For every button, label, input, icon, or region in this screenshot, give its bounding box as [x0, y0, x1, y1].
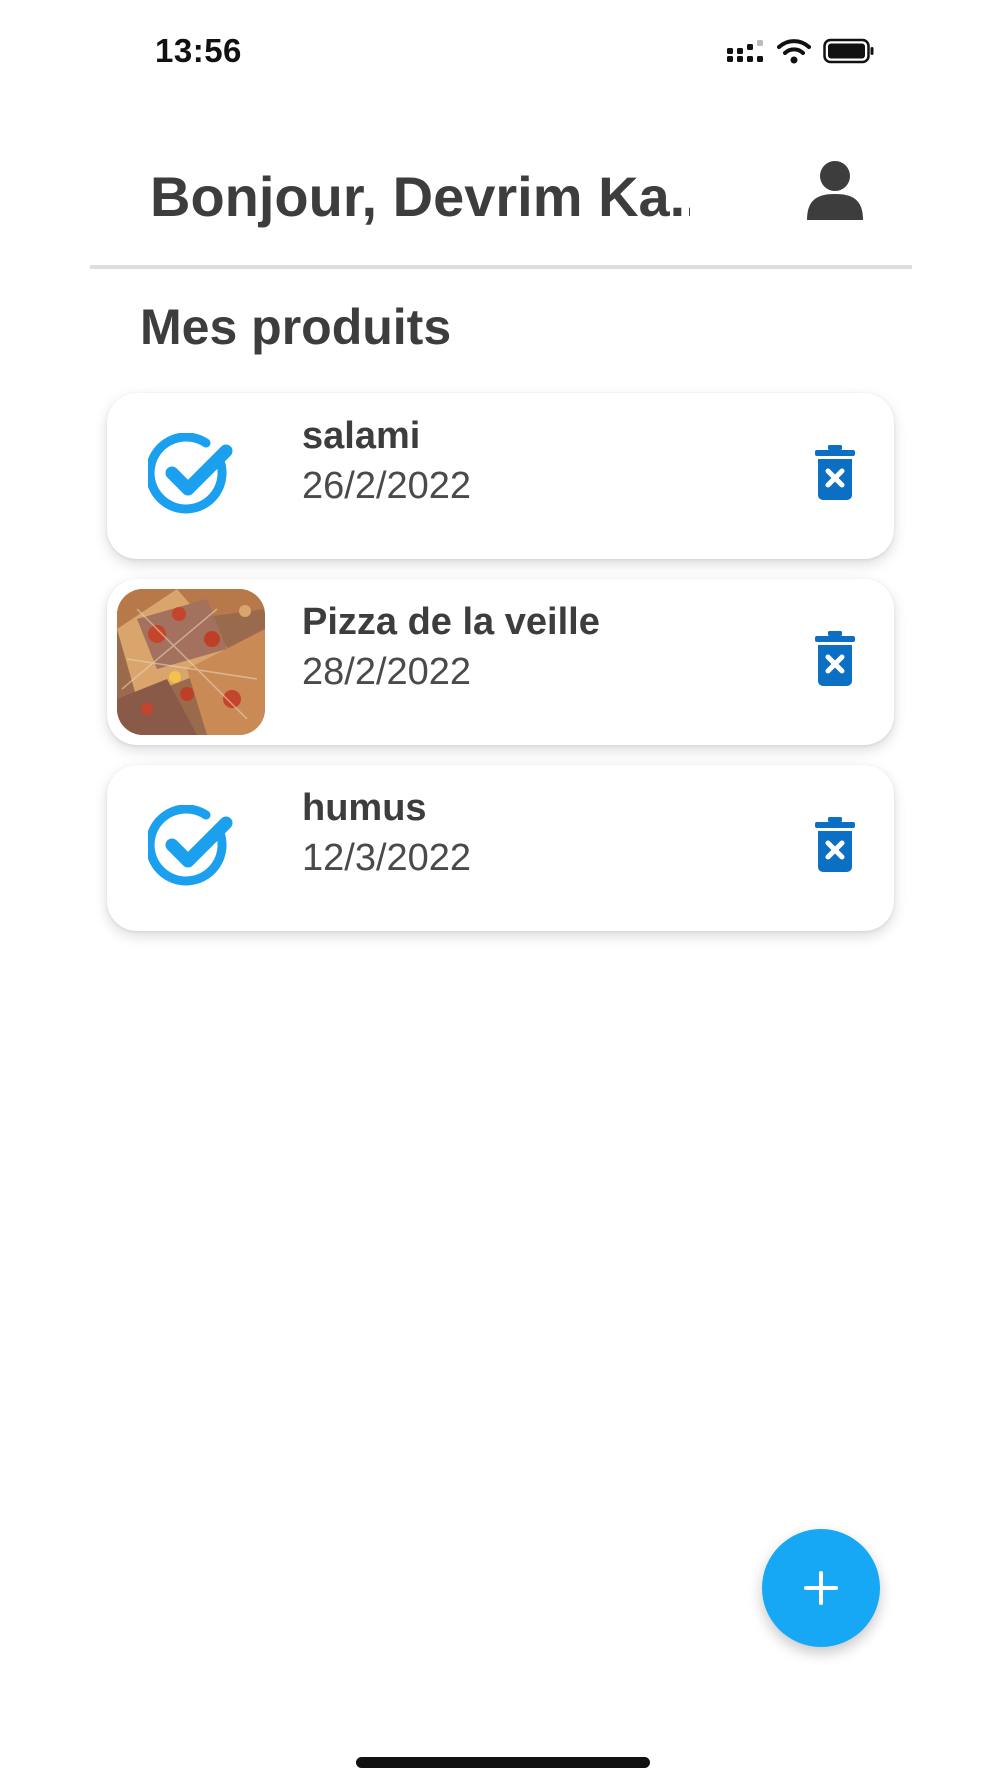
cellular-signal-icon: [727, 40, 763, 62]
trash-x-icon[interactable]: [814, 445, 856, 501]
trash-x-icon[interactable]: [814, 817, 856, 873]
product-list: salami 26/2/2022 Pizza de la veille 28/2…: [107, 393, 894, 951]
product-card[interactable]: salami 26/2/2022: [107, 393, 894, 559]
card-media: [117, 403, 265, 549]
check-circle-icon: [148, 805, 233, 886]
check-circle-icon: [148, 433, 233, 514]
plus-icon: [804, 1571, 838, 1605]
product-date: 12/3/2022: [302, 837, 472, 879]
product-card[interactable]: Pizza de la veille 28/2/2022: [107, 579, 894, 745]
status-time: 13:56: [155, 32, 242, 69]
greeting-title: Bonjour, Devrim Ka...: [150, 165, 690, 228]
status-icons: [727, 38, 875, 64]
status-bar: 13:56: [0, 0, 1000, 100]
product-name: humus: [302, 787, 427, 829]
battery-icon: [823, 38, 874, 64]
add-product-button[interactable]: [762, 1529, 880, 1647]
product-name: salami: [302, 415, 421, 457]
card-media: [117, 589, 265, 735]
wifi-icon: [777, 39, 811, 64]
app-header: Bonjour, Devrim Ka...: [90, 140, 912, 269]
product-date: 26/2/2022: [302, 465, 472, 507]
user-icon[interactable]: [803, 158, 867, 222]
product-name: Pizza de la veille: [302, 601, 600, 643]
trash-x-icon[interactable]: [814, 631, 856, 687]
product-card[interactable]: humus 12/3/2022: [107, 765, 894, 931]
product-date: 28/2/2022: [302, 651, 472, 693]
pizza-photo: [117, 589, 265, 735]
section-title: Mes produits: [140, 299, 452, 355]
home-indicator[interactable]: [356, 1757, 650, 1768]
card-media: [117, 775, 265, 921]
